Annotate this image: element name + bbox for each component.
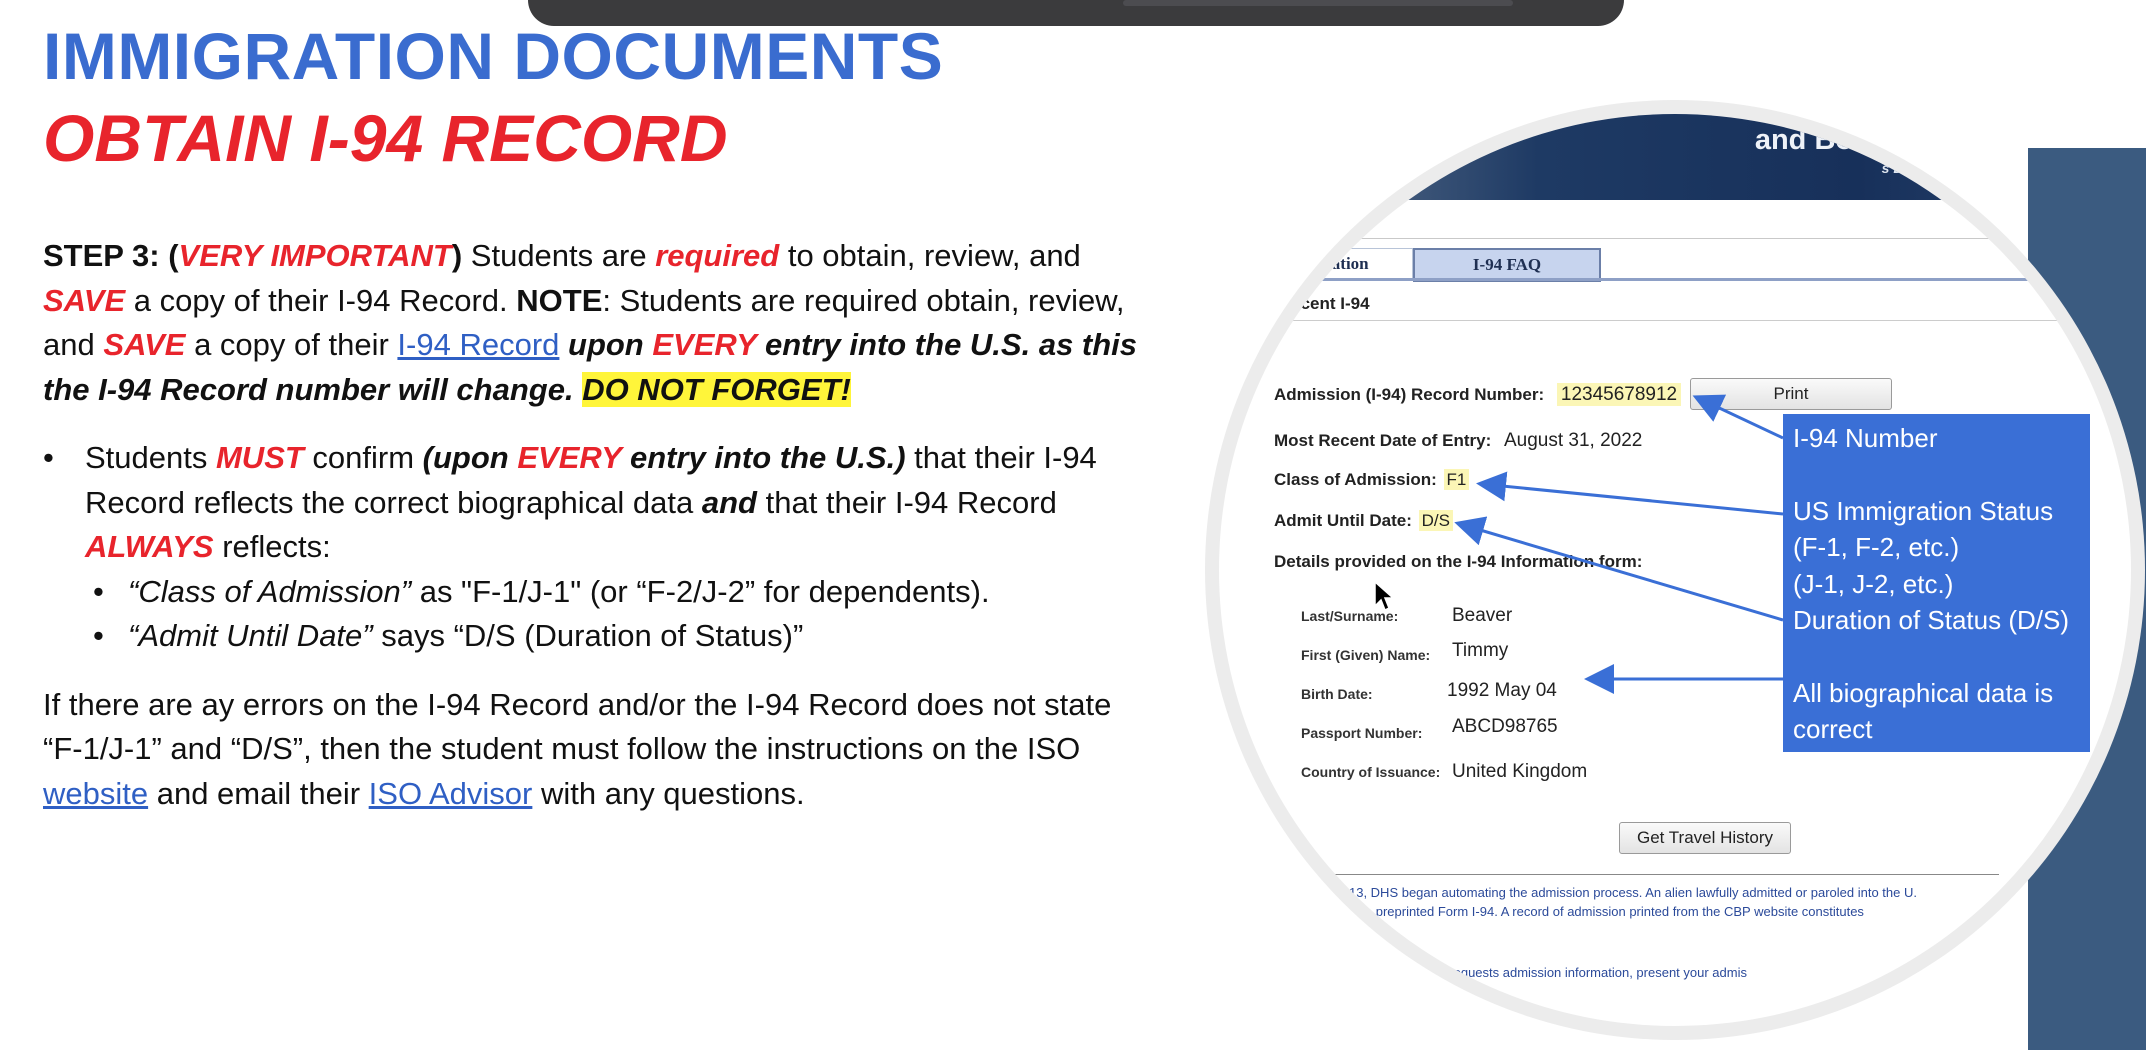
callout-arrows [1454, 394, 1784, 694]
arrow-to-class [1476, 471, 1784, 516]
arrow-to-admit-date [1454, 516, 1784, 622]
mouse-pointer-icon [1374, 580, 1395, 612]
arrow-to-record-number [1692, 394, 1784, 440]
